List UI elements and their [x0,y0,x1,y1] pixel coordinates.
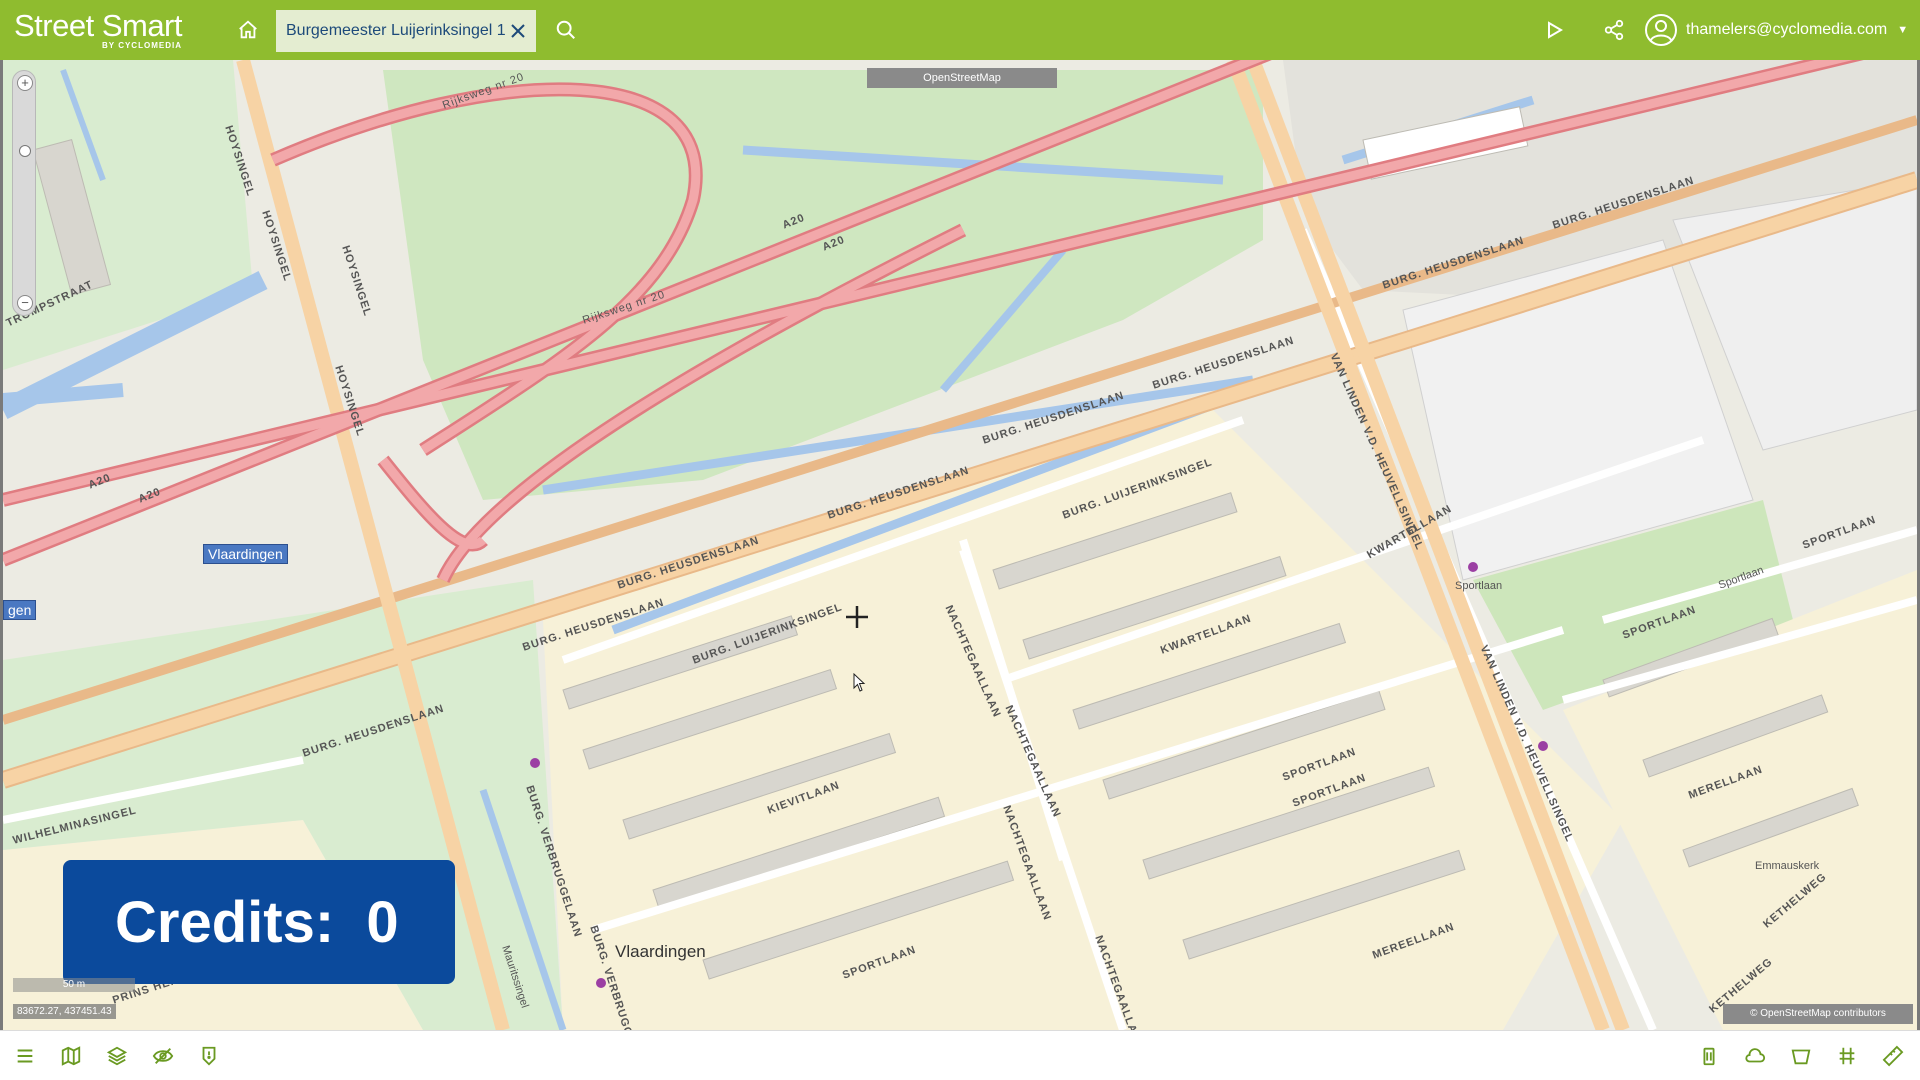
search-button[interactable] [550,14,582,46]
zoom-in-button[interactable]: + [17,75,33,91]
height-measure-button[interactable] [1834,1043,1860,1069]
play-button[interactable] [1538,14,1570,46]
tab-address[interactable]: Burgemeester Luijerinksingel 1 [276,10,536,52]
chevron-down-icon: ▼ [1897,24,1909,36]
place-badge-edge[interactable]: gen [3,600,37,620]
user-menu[interactable]: thamelers@cyclomedia.com ▼ [1644,10,1908,50]
pointcloud-button[interactable] [1742,1043,1768,1069]
tab-label: Burgemeester Luijerinksingel 1 [286,22,506,39]
zoom-out-button[interactable]: − [17,295,33,311]
coordinate-readout: 83672.27, 437451.43 [13,1004,116,1019]
ruler-icon [1882,1045,1904,1067]
share-icon [1604,19,1624,41]
place-badge-label: Vlaardingen [208,546,283,562]
map-view[interactable]: A20 A20 A20 A20 Rijksweg nr 20 Rijksweg … [0,60,1920,1030]
layers-icon [106,1046,128,1066]
cloud-icon [1745,1048,1766,1063]
delete-button[interactable] [1696,1043,1722,1069]
credits-overlay: Credits: 0 [63,860,455,984]
credits-text: Credits: 0 [115,889,399,955]
brand-sub: BY CYCLOMEDIA [102,41,182,50]
poi-label: Sportlaan [1455,580,1503,592]
zoom-slider[interactable]: + − [12,70,36,316]
user-icon [1645,14,1677,46]
close-icon[interactable] [508,21,528,41]
crosshair-icon [846,606,868,628]
visibility-button[interactable] [150,1043,176,1069]
map-source-badge[interactable]: OpenStreetMap [867,68,1057,88]
play-icon [1548,21,1563,39]
home-button[interactable] [232,14,264,46]
distance-measure-button[interactable] [1880,1043,1906,1069]
map-attribution[interactable]: © OpenStreetMap contributors [1723,1004,1913,1024]
poi-label: Emmauskerk [1755,860,1820,872]
scale-bar: 50 m [13,978,135,992]
bottom-toolbar [0,1030,1920,1080]
brand-name: Street Smart [14,8,183,43]
map-icon [61,1046,81,1066]
eye-off-icon [152,1048,174,1064]
trash-icon [1703,1047,1715,1066]
search-icon [556,20,575,39]
home-icon [239,20,257,39]
user-email: thamelers@cyclomedia.com [1686,21,1888,38]
place-badge[interactable]: Vlaardingen [203,544,288,564]
marker-button[interactable] [196,1043,222,1069]
map-button[interactable] [58,1043,84,1069]
brand-logo: Street Smart BY CYCLOMEDIA [14,10,194,52]
marker-icon [202,1046,216,1066]
area-icon [1791,1049,1811,1065]
zoom-handle[interactable] [19,145,31,157]
share-button[interactable] [1598,14,1630,46]
top-bar: Street Smart BY CYCLOMEDIA Burgemeester … [0,0,1920,60]
city-label: Vlaardingen [615,942,706,961]
area-measure-button[interactable] [1788,1043,1814,1069]
mouse-cursor-icon [853,673,866,692]
layers-button[interactable] [104,1043,130,1069]
menu-icon [17,1049,33,1063]
grid-icon [1839,1047,1855,1065]
menu-button[interactable] [12,1043,38,1069]
